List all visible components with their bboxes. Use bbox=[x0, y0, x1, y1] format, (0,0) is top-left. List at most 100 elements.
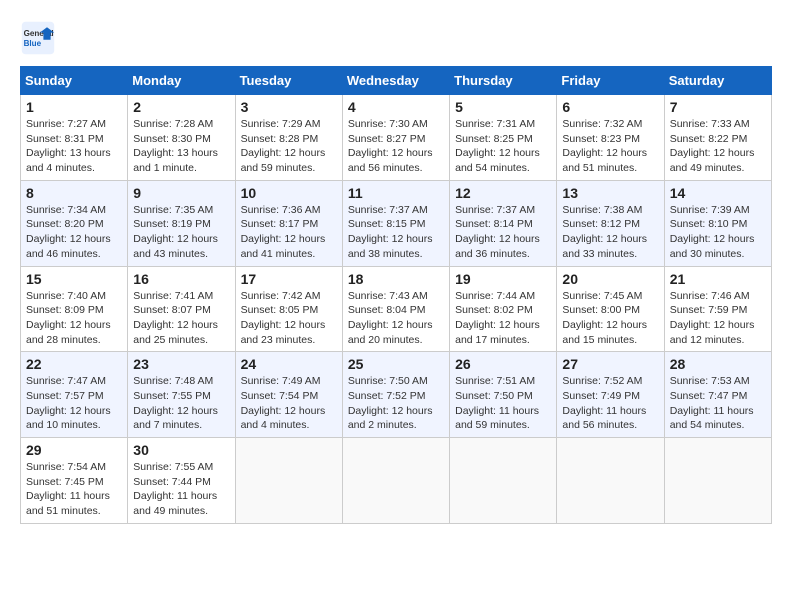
calendar-cell: 6 Sunrise: 7:32 AM Sunset: 8:23 PM Daylig… bbox=[557, 95, 664, 181]
day-info: Sunrise: 7:27 AM Sunset: 8:31 PM Dayligh… bbox=[26, 117, 122, 176]
calendar-cell: 8 Sunrise: 7:34 AM Sunset: 8:20 PM Daylig… bbox=[21, 180, 128, 266]
day-info: Sunrise: 7:37 AM Sunset: 8:15 PM Dayligh… bbox=[348, 203, 444, 262]
calendar-cell: 21 Sunrise: 7:46 AM Sunset: 7:59 PM Dayli… bbox=[664, 266, 771, 352]
calendar-cell: 24 Sunrise: 7:49 AM Sunset: 7:54 PM Dayli… bbox=[235, 352, 342, 438]
calendar-cell: 12 Sunrise: 7:37 AM Sunset: 8:14 PM Dayli… bbox=[450, 180, 557, 266]
day-info: Sunrise: 7:47 AM Sunset: 7:57 PM Dayligh… bbox=[26, 374, 122, 433]
day-info: Sunrise: 7:48 AM Sunset: 7:55 PM Dayligh… bbox=[133, 374, 229, 433]
day-number: 10 bbox=[241, 185, 337, 201]
calendar-cell: 17 Sunrise: 7:42 AM Sunset: 8:05 PM Dayli… bbox=[235, 266, 342, 352]
day-info: Sunrise: 7:29 AM Sunset: 8:28 PM Dayligh… bbox=[241, 117, 337, 176]
day-info: Sunrise: 7:42 AM Sunset: 8:05 PM Dayligh… bbox=[241, 289, 337, 348]
day-info: Sunrise: 7:33 AM Sunset: 8:22 PM Dayligh… bbox=[670, 117, 766, 176]
day-number: 26 bbox=[455, 356, 551, 372]
calendar-row: 29 Sunrise: 7:54 AM Sunset: 7:45 PM Dayli… bbox=[21, 438, 772, 524]
day-number: 3 bbox=[241, 99, 337, 115]
calendar-cell: 23 Sunrise: 7:48 AM Sunset: 7:55 PM Dayli… bbox=[128, 352, 235, 438]
day-number: 5 bbox=[455, 99, 551, 115]
day-number: 16 bbox=[133, 271, 229, 287]
day-number: 27 bbox=[562, 356, 658, 372]
calendar-cell: 13Sunrise: 7:38 AM Sunset: 8:12 PM Dayli… bbox=[557, 180, 664, 266]
logo-icon: General Blue bbox=[20, 20, 56, 56]
day-info: Sunrise: 7:46 AM Sunset: 7:59 PM Dayligh… bbox=[670, 289, 766, 348]
day-info: Sunrise: 7:55 AM Sunset: 7:44 PM Dayligh… bbox=[133, 460, 229, 519]
day-info: Sunrise: 7:36 AM Sunset: 8:17 PM Dayligh… bbox=[241, 203, 337, 262]
svg-text:Blue: Blue bbox=[24, 39, 42, 48]
calendar-cell: 3 Sunrise: 7:29 AM Sunset: 8:28 PM Daylig… bbox=[235, 95, 342, 181]
day-info: Sunrise: 7:45 AM Sunset: 8:00 PM Dayligh… bbox=[562, 289, 658, 348]
calendar-row: 22Sunrise: 7:47 AM Sunset: 7:57 PM Dayli… bbox=[21, 352, 772, 438]
col-header-tuesday: Tuesday bbox=[235, 67, 342, 95]
day-number: 11 bbox=[348, 185, 444, 201]
calendar-cell bbox=[450, 438, 557, 524]
day-number: 25 bbox=[348, 356, 444, 372]
day-number: 4 bbox=[348, 99, 444, 115]
day-info: Sunrise: 7:34 AM Sunset: 8:20 PM Dayligh… bbox=[26, 203, 122, 262]
day-number: 8 bbox=[26, 185, 122, 201]
calendar-row: 1 Sunrise: 7:27 AM Sunset: 8:31 PM Daylig… bbox=[21, 95, 772, 181]
day-number: 12 bbox=[455, 185, 551, 201]
calendar-cell: 15 Sunrise: 7:40 AM Sunset: 8:09 PM Dayli… bbox=[21, 266, 128, 352]
day-info: Sunrise: 7:30 AM Sunset: 8:27 PM Dayligh… bbox=[348, 117, 444, 176]
day-number: 7 bbox=[670, 99, 766, 115]
day-number: 9 bbox=[133, 185, 229, 201]
calendar-cell: 5 Sunrise: 7:31 AM Sunset: 8:25 PM Daylig… bbox=[450, 95, 557, 181]
calendar-row: 15 Sunrise: 7:40 AM Sunset: 8:09 PM Dayli… bbox=[21, 266, 772, 352]
header: General Blue bbox=[20, 20, 772, 56]
day-info: Sunrise: 7:49 AM Sunset: 7:54 PM Dayligh… bbox=[241, 374, 337, 433]
calendar-cell: 28 Sunrise: 7:53 AM Sunset: 7:47 PM Dayli… bbox=[664, 352, 771, 438]
calendar-row: 8 Sunrise: 7:34 AM Sunset: 8:20 PM Daylig… bbox=[21, 180, 772, 266]
day-number: 21 bbox=[670, 271, 766, 287]
calendar-cell bbox=[235, 438, 342, 524]
day-info: Sunrise: 7:28 AM Sunset: 8:30 PM Dayligh… bbox=[133, 117, 229, 176]
calendar-cell: 4 Sunrise: 7:30 AM Sunset: 8:27 PM Daylig… bbox=[342, 95, 449, 181]
day-info: Sunrise: 7:53 AM Sunset: 7:47 PM Dayligh… bbox=[670, 374, 766, 433]
calendar-cell: 25 Sunrise: 7:50 AM Sunset: 7:52 PM Dayli… bbox=[342, 352, 449, 438]
day-number: 30 bbox=[133, 442, 229, 458]
calendar-cell: 16 Sunrise: 7:41 AM Sunset: 8:07 PM Dayli… bbox=[128, 266, 235, 352]
col-header-friday: Friday bbox=[557, 67, 664, 95]
day-number: 17 bbox=[241, 271, 337, 287]
day-info: Sunrise: 7:44 AM Sunset: 8:02 PM Dayligh… bbox=[455, 289, 551, 348]
col-header-monday: Monday bbox=[128, 67, 235, 95]
day-number: 24 bbox=[241, 356, 337, 372]
day-number: 6 bbox=[562, 99, 658, 115]
calendar-cell: 7 Sunrise: 7:33 AM Sunset: 8:22 PM Daylig… bbox=[664, 95, 771, 181]
day-info: Sunrise: 7:43 AM Sunset: 8:04 PM Dayligh… bbox=[348, 289, 444, 348]
day-info: Sunrise: 7:32 AM Sunset: 8:23 PM Dayligh… bbox=[562, 117, 658, 176]
day-number: 23 bbox=[133, 356, 229, 372]
col-header-sunday: Sunday bbox=[21, 67, 128, 95]
day-info: Sunrise: 7:35 AM Sunset: 8:19 PM Dayligh… bbox=[133, 203, 229, 262]
calendar-cell: 30 Sunrise: 7:55 AM Sunset: 7:44 PM Dayli… bbox=[128, 438, 235, 524]
logo: General Blue bbox=[20, 20, 56, 56]
day-info: Sunrise: 7:50 AM Sunset: 7:52 PM Dayligh… bbox=[348, 374, 444, 433]
day-info: Sunrise: 7:51 AM Sunset: 7:50 PM Dayligh… bbox=[455, 374, 551, 433]
col-header-saturday: Saturday bbox=[664, 67, 771, 95]
day-number: 28 bbox=[670, 356, 766, 372]
calendar-cell: 27 Sunrise: 7:52 AM Sunset: 7:49 PM Dayli… bbox=[557, 352, 664, 438]
calendar-cell: 14 Sunrise: 7:39 AM Sunset: 8:10 PM Dayli… bbox=[664, 180, 771, 266]
calendar-cell: 1 Sunrise: 7:27 AM Sunset: 8:31 PM Daylig… bbox=[21, 95, 128, 181]
day-number: 29 bbox=[26, 442, 122, 458]
day-info: Sunrise: 7:40 AM Sunset: 8:09 PM Dayligh… bbox=[26, 289, 122, 348]
calendar-cell: 10 Sunrise: 7:36 AM Sunset: 8:17 PM Dayli… bbox=[235, 180, 342, 266]
day-number: 20 bbox=[562, 271, 658, 287]
day-number: 14 bbox=[670, 185, 766, 201]
calendar-cell bbox=[664, 438, 771, 524]
day-info: Sunrise: 7:31 AM Sunset: 8:25 PM Dayligh… bbox=[455, 117, 551, 176]
calendar-cell bbox=[342, 438, 449, 524]
day-info: Sunrise: 7:41 AM Sunset: 8:07 PM Dayligh… bbox=[133, 289, 229, 348]
day-number: 18 bbox=[348, 271, 444, 287]
day-number: 15 bbox=[26, 271, 122, 287]
day-info: Sunrise: 7:38 AM Sunset: 8:12 PM Dayligh… bbox=[562, 203, 658, 262]
day-info: Sunrise: 7:37 AM Sunset: 8:14 PM Dayligh… bbox=[455, 203, 551, 262]
day-number: 1 bbox=[26, 99, 122, 115]
col-header-thursday: Thursday bbox=[450, 67, 557, 95]
day-info: Sunrise: 7:54 AM Sunset: 7:45 PM Dayligh… bbox=[26, 460, 122, 519]
col-header-wednesday: Wednesday bbox=[342, 67, 449, 95]
calendar-cell bbox=[557, 438, 664, 524]
day-info: Sunrise: 7:52 AM Sunset: 7:49 PM Dayligh… bbox=[562, 374, 658, 433]
day-info: Sunrise: 7:39 AM Sunset: 8:10 PM Dayligh… bbox=[670, 203, 766, 262]
calendar-cell: 29 Sunrise: 7:54 AM Sunset: 7:45 PM Dayli… bbox=[21, 438, 128, 524]
calendar-cell: 19Sunrise: 7:44 AM Sunset: 8:02 PM Dayli… bbox=[450, 266, 557, 352]
